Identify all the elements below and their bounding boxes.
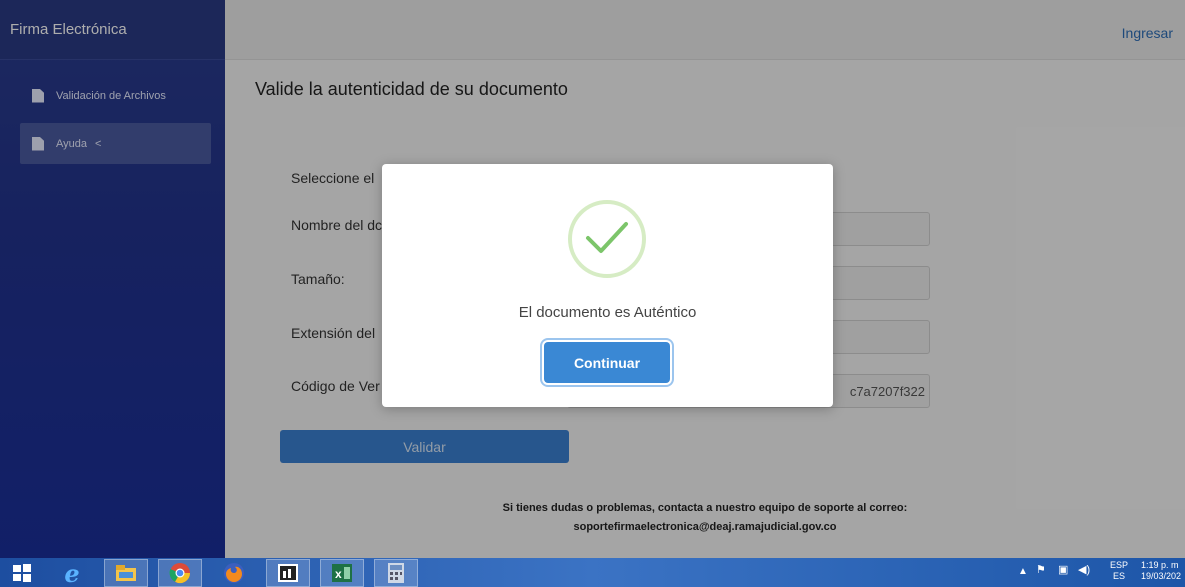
file-explorer-icon[interactable] xyxy=(104,559,148,587)
language-indicator-bottom[interactable]: ES xyxy=(1113,571,1125,582)
tray-chevron-icon[interactable]: ▲ xyxy=(1018,566,1028,577)
app-icon[interactable] xyxy=(266,559,310,587)
chrome-icon[interactable] xyxy=(158,559,202,587)
language-indicator-top[interactable]: ESP xyxy=(1110,560,1128,571)
taskbar: e x ▲ ⚑ ▣ ◀) ESP ES 1:19 p. m 19/03/202 xyxy=(0,558,1185,587)
network-icon[interactable]: ▣ xyxy=(1058,565,1068,576)
success-circle xyxy=(568,200,646,278)
check-icon xyxy=(586,222,628,253)
dialog-message: El documento es Auténtico xyxy=(518,304,697,321)
flag-icon[interactable]: ⚑ xyxy=(1036,565,1046,576)
internet-explorer-icon[interactable]: e xyxy=(50,559,94,587)
windows-start-icon[interactable] xyxy=(0,559,44,587)
success-dialog: El documento es Auténtico Continuar xyxy=(382,164,833,407)
clock-date[interactable]: 19/03/202 xyxy=(1141,571,1181,582)
clock-time[interactable]: 1:19 p. m xyxy=(1141,560,1179,571)
volume-icon[interactable]: ◀) xyxy=(1078,565,1090,576)
continue-button[interactable]: Continuar xyxy=(544,342,670,383)
excel-icon[interactable]: x xyxy=(320,559,364,587)
firefox-icon[interactable] xyxy=(212,559,256,587)
svg-text:x: x xyxy=(335,567,342,581)
calculator-icon[interactable] xyxy=(374,559,418,587)
